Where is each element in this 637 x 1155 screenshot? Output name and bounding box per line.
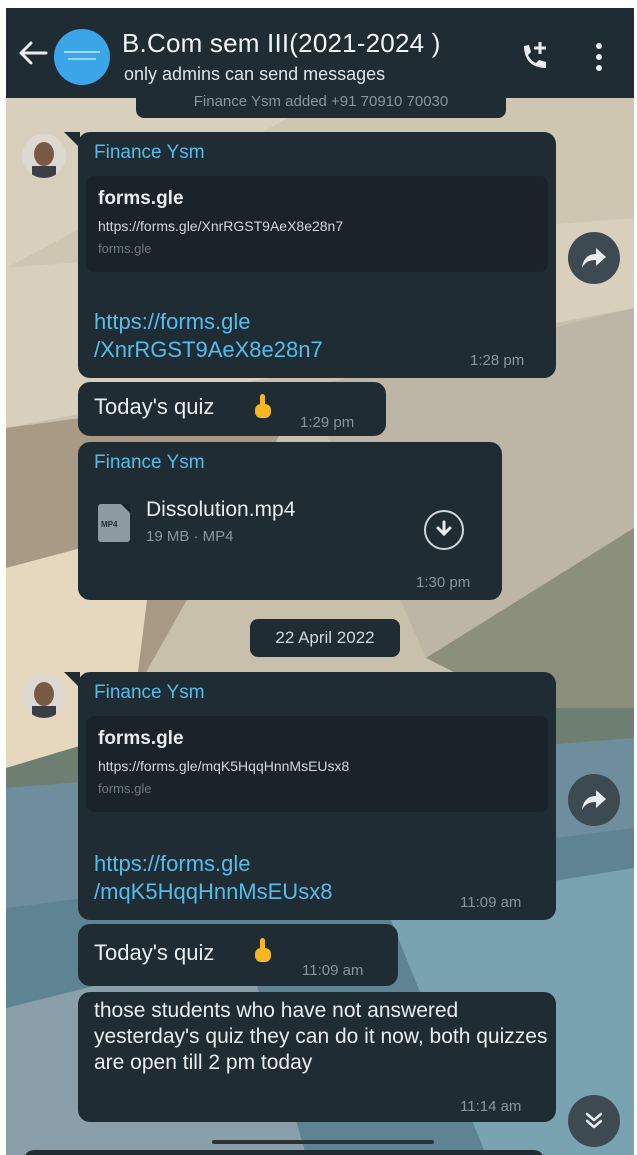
system-notice: Finance Ysm added +91 70910 70030 — [136, 94, 506, 118]
message-text: Today's quiz — [94, 940, 215, 965]
link-preview-title: forms.gle — [98, 728, 184, 749]
arrow-left-icon[interactable] — [18, 40, 48, 66]
sender-name[interactable]: Finance Ysm — [94, 142, 205, 164]
download-icon — [436, 520, 452, 537]
pointing-down-hand-icon — [255, 938, 271, 962]
message-time: 1:28 pm — [470, 352, 525, 369]
message-time: 1:29 pm — [300, 414, 355, 431]
message-bubble-link[interactable]: Finance Ysm forms.gle https://forms.gle/… — [64, 672, 556, 920]
message-link[interactable]: https://forms.gle /XnrRGST9AeX8e28n7 — [94, 308, 323, 364]
double-chevron-down-icon — [585, 1112, 603, 1129]
link-preview-domain: forms.gle — [98, 781, 152, 796]
forward-icon — [582, 248, 606, 268]
file-name[interactable]: Dissolution.mp4 — [146, 498, 295, 522]
link-preview-url: https://forms.gle/XnrRGST9AeX8e28n7 — [98, 218, 344, 234]
forward-button[interactable] — [568, 232, 620, 284]
message-bubble-text[interactable]: those students who have not answered yes… — [78, 992, 556, 1122]
link-preview-url: https://forms.gle/mqK5HqqHnnMsEUsx8 — [98, 758, 350, 774]
link-preview-card[interactable]: forms.gle https://forms.gle/mqK5HqqHnnMs… — [86, 716, 548, 812]
message-time: 11:14 am — [460, 1098, 522, 1115]
group-title[interactable]: B.Com sem III(2021-2024 ) — [122, 28, 441, 59]
download-button[interactable] — [424, 510, 464, 550]
sender-avatar[interactable] — [22, 674, 66, 718]
sender-avatar[interactable] — [22, 134, 66, 178]
group-avatar[interactable] — [54, 29, 110, 85]
message-input-bar — [24, 1150, 544, 1155]
forward-button[interactable] — [568, 774, 620, 826]
video-file-icon: MP4 — [98, 504, 130, 542]
sender-name[interactable]: Finance Ysm — [94, 452, 205, 474]
message-time: 11:09 am — [302, 962, 364, 979]
message-time: 11:09 am — [460, 894, 522, 911]
chat-screen: B.Com sem III(2021-2024 ) only admins ca… — [6, 8, 634, 1155]
file-meta: 19 MB · MP4 — [146, 528, 234, 545]
message-bubble-text[interactable]: Today's quiz 1:29 pm — [78, 382, 386, 436]
chat-header: B.Com sem III(2021-2024 ) only admins ca… — [6, 8, 634, 98]
message-bubble-file[interactable]: Finance Ysm MP4 Dissolution.mp4 19 MB · … — [78, 442, 502, 600]
link-preview-domain: forms.gle — [98, 241, 152, 256]
scroll-to-bottom-button[interactable] — [568, 1095, 620, 1147]
home-indicator — [212, 1140, 434, 1144]
sender-name[interactable]: Finance Ysm — [94, 682, 205, 704]
add-call-icon[interactable] — [518, 40, 552, 74]
message-text: Today's quiz — [94, 394, 215, 419]
message-bubble-text[interactable]: Today's quiz 11:09 am — [78, 924, 398, 986]
message-text: those students who have not answered yes… — [94, 999, 548, 1074]
pointing-down-hand-icon — [255, 394, 271, 418]
message-time: 1:30 pm — [416, 574, 471, 591]
date-divider: 22 April 2022 — [250, 619, 400, 657]
more-vert-icon[interactable] — [594, 42, 604, 72]
link-preview-title: forms.gle — [98, 188, 184, 209]
link-preview-card[interactable]: forms.gle https://forms.gle/XnrRGST9AeX8… — [86, 176, 548, 272]
message-link[interactable]: https://forms.gle /mqK5HqqHnnMsEUsx8 — [94, 850, 332, 906]
message-bubble-link[interactable]: Finance Ysm forms.gle https://forms.gle/… — [64, 132, 556, 378]
forward-icon — [582, 790, 606, 810]
group-subtitle: only admins can send messages — [124, 64, 386, 84]
